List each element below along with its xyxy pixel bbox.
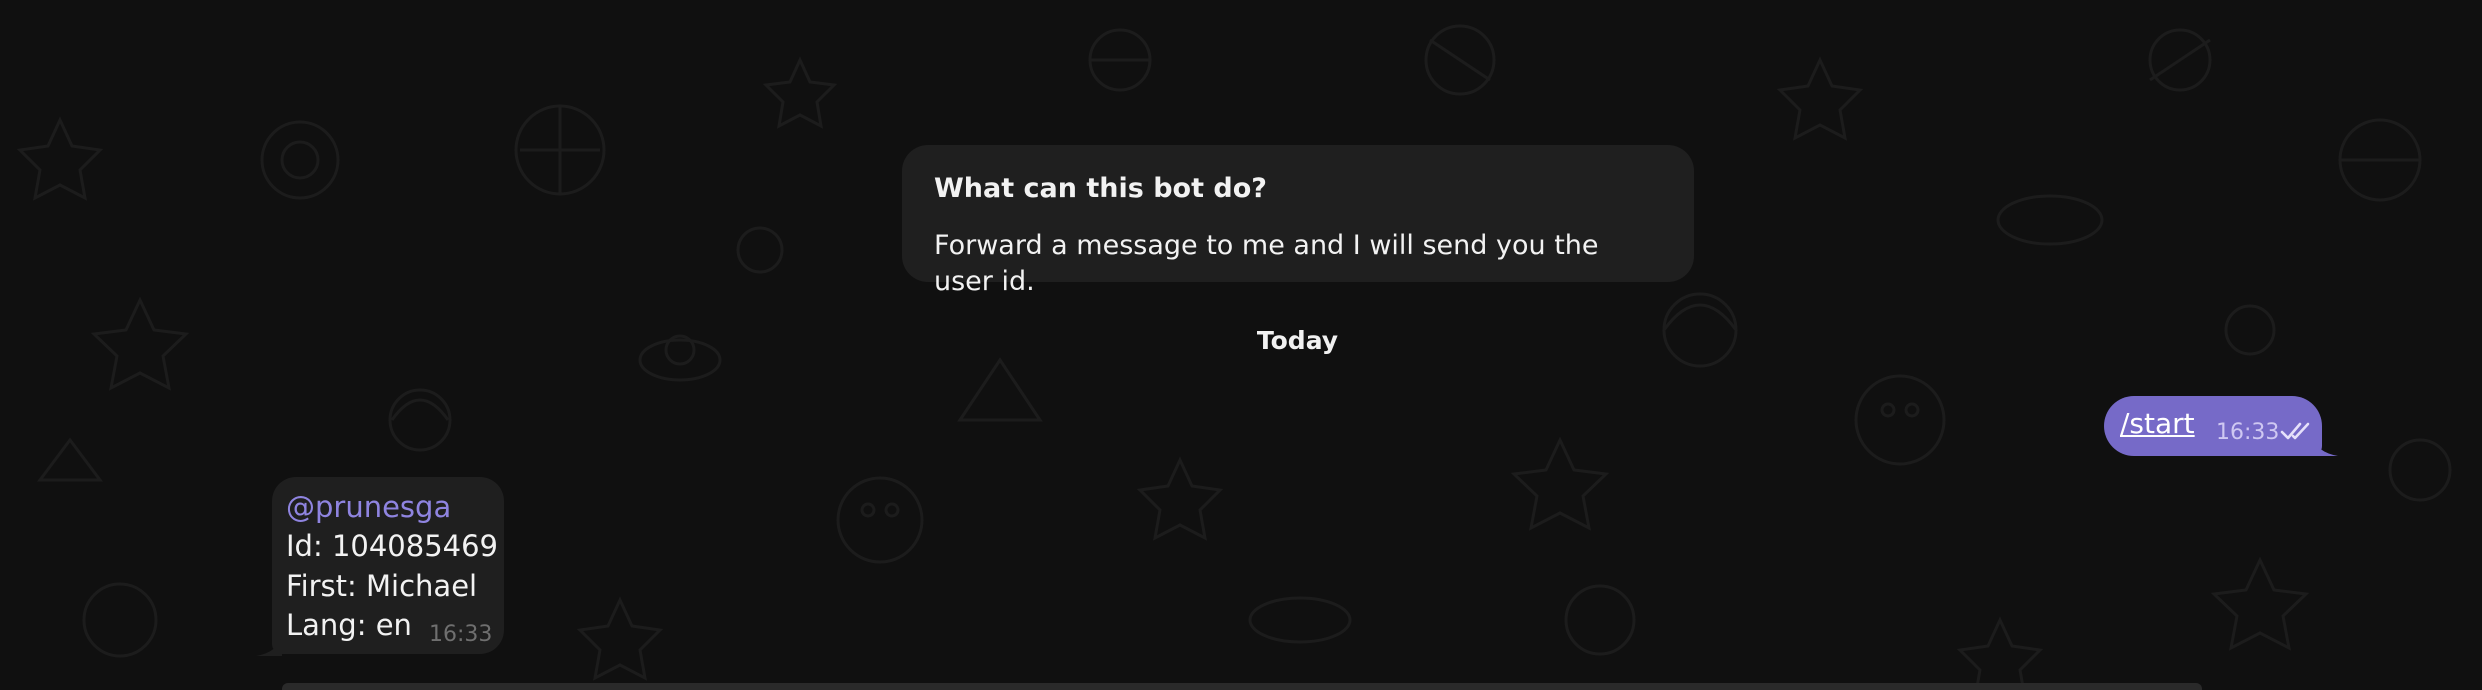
message-time: 16:33: [429, 622, 493, 647]
outgoing-message-bubble[interactable]: /start 16:33: [2104, 396, 2322, 456]
bot-info-card: What can this bot do? Forward a message …: [902, 145, 1694, 297]
bot-info-description: Forward a message to me and I will send …: [934, 230, 1599, 297]
incoming-bubble-tail: [256, 636, 282, 656]
language-line: Lang: en: [286, 608, 412, 642]
first-name-line: First: Michael: [286, 569, 478, 603]
bot-command-link[interactable]: /start: [2120, 408, 2195, 440]
double-check-icon: [2280, 421, 2314, 445]
composer-top-edge: [282, 683, 2202, 690]
bot-info-title: What can this bot do?: [934, 173, 1267, 204]
date-separator: Today: [1256, 326, 1339, 355]
message-time: 16:33: [2216, 420, 2280, 445]
username-mention-link[interactable]: @prunesga: [286, 489, 451, 525]
user-id-line: Id: 104085469: [286, 529, 499, 563]
outgoing-bubble-tail: [2312, 436, 2338, 456]
incoming-message-bubble[interactable]: @prunesga Id: 104085469 First: Michael L…: [272, 477, 504, 654]
